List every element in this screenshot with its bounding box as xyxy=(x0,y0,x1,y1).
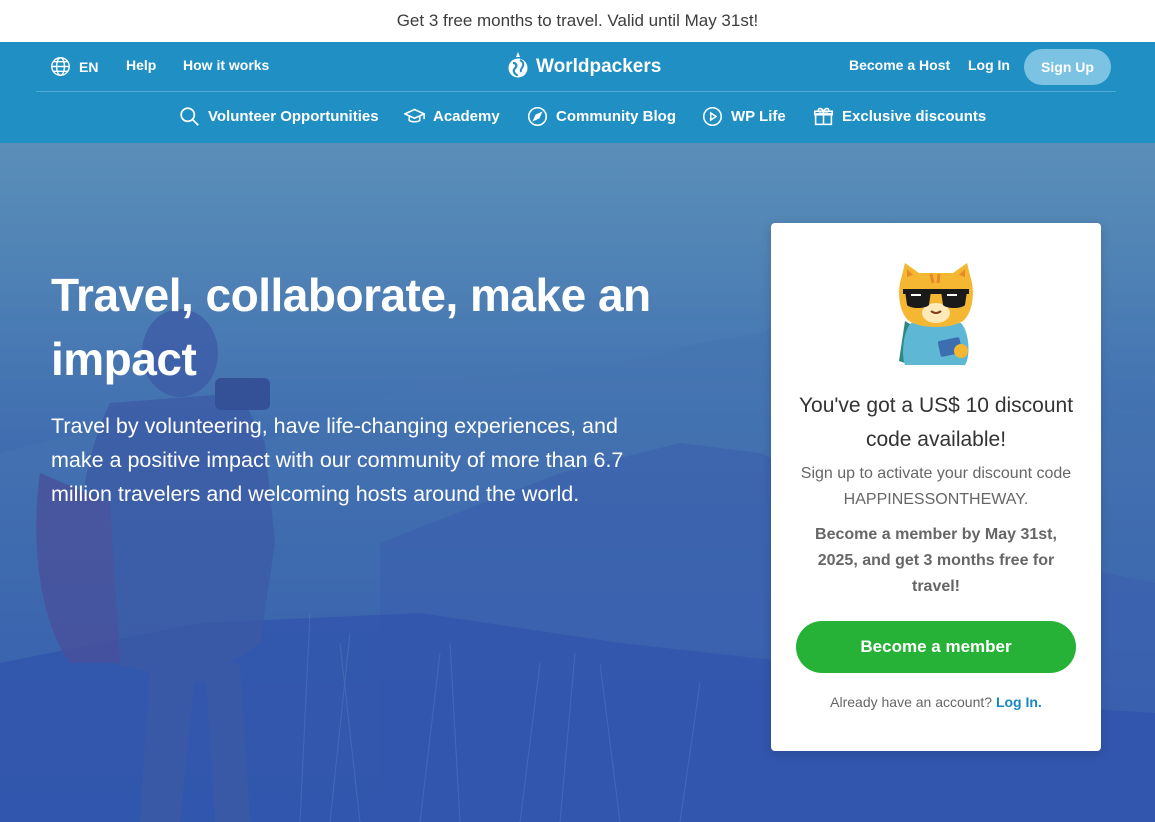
compass-icon xyxy=(527,106,548,127)
play-circle-icon xyxy=(702,106,723,127)
hero-subtext: Travel by volunteering, have life-changi… xyxy=(51,414,624,506)
promo-text: Get 3 free months to travel. Valid until… xyxy=(396,11,759,30)
nav-label: Academy xyxy=(433,108,500,125)
how-it-works-link[interactable]: How it works xyxy=(183,57,269,73)
language-label: EN xyxy=(79,58,99,75)
logo-text: Worldpackers xyxy=(536,56,662,77)
become-member-button[interactable]: Become a member xyxy=(796,621,1076,673)
membership-offer-text: Become a member by May 31st, 2025, and g… xyxy=(815,526,1057,595)
login-prompt-text: Already have an account? xyxy=(830,694,993,710)
nav-exclusive-discounts[interactable]: Exclusive discounts xyxy=(813,106,986,127)
header-top-bar: EN Help How it works Worldpackers Become… xyxy=(36,42,1116,92)
nav-volunteer-opportunities[interactable]: Volunteer Opportunities xyxy=(179,106,379,127)
login-prompt: Already have an account? Log In. xyxy=(791,694,1081,710)
discount-code-text: Sign up to activate your discount code H… xyxy=(800,465,1072,508)
gift-icon xyxy=(813,107,834,126)
cat-mascot-illustration xyxy=(899,263,973,365)
nav-label: WP Life xyxy=(731,108,786,125)
hero-headline: Travel, collaborate, make an impact xyxy=(51,269,651,385)
discount-card: You've got a US$ 10 discount code availa… xyxy=(771,223,1101,751)
login-link[interactable]: Log In xyxy=(968,57,1010,73)
become-host-link[interactable]: Become a Host xyxy=(849,57,950,73)
nav-label: Exclusive discounts xyxy=(842,108,987,125)
graduation-cap-icon xyxy=(404,108,425,123)
discount-title: You've got a US$ 10 discount code availa… xyxy=(798,394,1074,451)
nav-community-blog[interactable]: Community Blog xyxy=(527,106,676,127)
logo-globe-icon xyxy=(508,52,528,78)
main-nav: Volunteer Opportunities Academy Communit… xyxy=(0,92,1155,143)
site-header: EN Help How it works Worldpackers Become… xyxy=(0,42,1155,143)
promo-banner: Get 3 free months to travel. Valid until… xyxy=(0,0,1155,42)
language-selector[interactable]: EN xyxy=(50,56,98,77)
card-login-link[interactable]: Log In. xyxy=(996,694,1042,710)
worldpackers-logo[interactable]: Worldpackers xyxy=(507,52,661,82)
search-icon xyxy=(180,107,199,126)
signup-button[interactable]: Sign Up xyxy=(1024,49,1111,85)
nav-academy[interactable]: Academy xyxy=(404,106,500,127)
nav-label: Volunteer Opportunities xyxy=(208,108,379,125)
globe-icon xyxy=(51,57,70,76)
nav-label: Community Blog xyxy=(556,108,676,125)
nav-wp-life[interactable]: WP Life xyxy=(702,106,786,127)
help-link[interactable]: Help xyxy=(126,57,156,73)
